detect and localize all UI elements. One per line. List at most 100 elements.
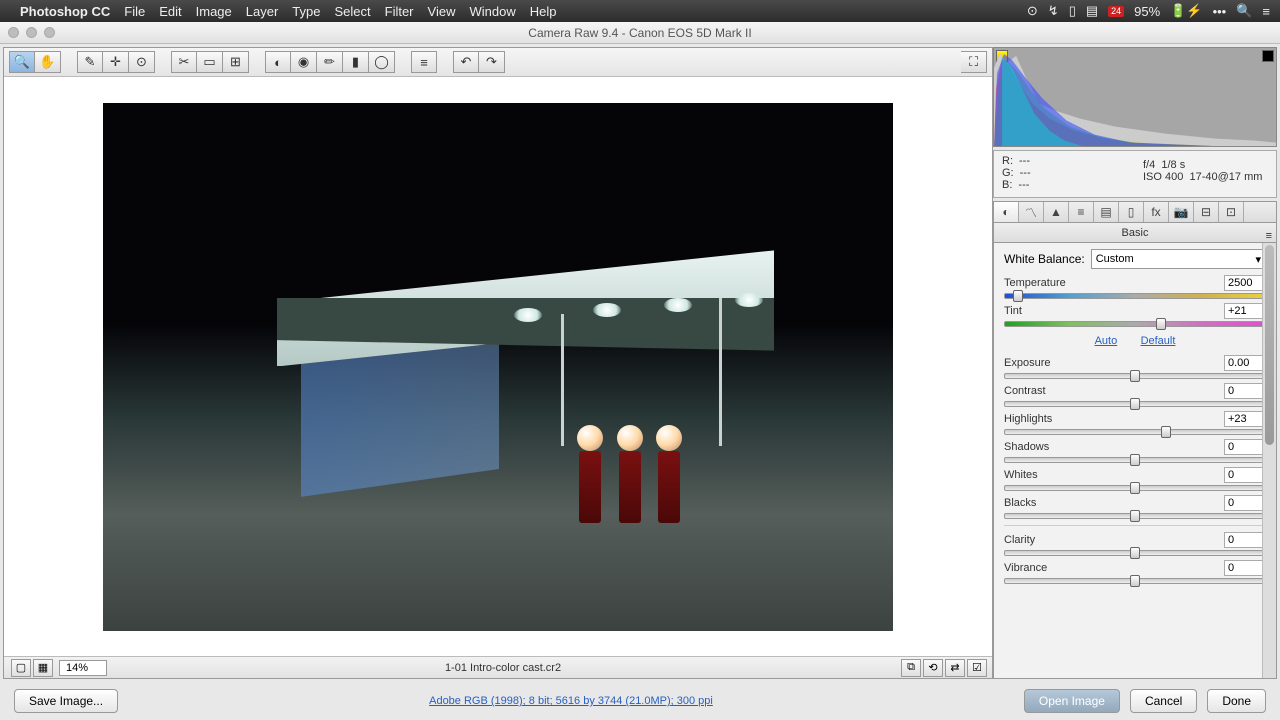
exposure-label: Exposure [1004,357,1050,369]
cancel-button[interactable]: Cancel [1130,689,1197,713]
clarity-value[interactable] [1224,532,1266,548]
battery-text: 95% [1134,4,1160,19]
copy-settings-button[interactable]: ⇄ [945,659,965,677]
tab-tone-curve[interactable]: 〽 [1019,202,1044,222]
vibrance-slider[interactable] [1004,578,1266,584]
menu-filter[interactable]: Filter [385,4,414,19]
temperature-value[interactable] [1224,275,1266,291]
panel-icon[interactable]: ▯ [1069,3,1076,19]
exposure-value[interactable] [1224,355,1266,371]
menu-type[interactable]: Type [292,4,320,19]
blacks-slider[interactable] [1004,513,1266,519]
red-eye-tool[interactable]: ◉ [291,51,317,73]
done-button[interactable]: Done [1207,689,1266,713]
preview-image [103,103,893,631]
white-balance-tool[interactable]: ✎ [77,51,103,73]
contrast-slider[interactable] [1004,401,1266,407]
spot-removal-tool[interactable]: ◐ [265,51,291,73]
menu-help[interactable]: Help [530,4,557,19]
panel-tabs: ◐ 〽 ▲ ≡ ▤ ▯ fx 📷 ⊟ ⊡ [993,201,1277,223]
auto-link[interactable]: Auto [1095,335,1118,347]
menu-window[interactable]: Window [469,4,515,19]
highlights-value[interactable] [1224,411,1266,427]
rotate-cw-tool[interactable]: ↷ [479,51,505,73]
menu-image[interactable]: Image [196,4,232,19]
open-image-button[interactable]: Open Image [1024,689,1120,713]
toggle-fullscreen-button[interactable]: ⛶ [961,51,987,73]
filmstrip-view-button[interactable]: ▦ [33,659,53,677]
vibrance-value[interactable] [1224,560,1266,576]
menu-layer[interactable]: Layer [246,4,279,19]
search-icon[interactable]: 🔍 [1236,3,1252,19]
whites-slider[interactable] [1004,485,1266,491]
adjustment-brush-tool[interactable]: ✏ [317,51,343,73]
radial-filter-tool[interactable]: ◯ [369,51,395,73]
whites-label: Whites [1004,469,1038,481]
workflow-options-link[interactable]: Adobe RGB (1998); 8 bit; 5616 by 3744 (2… [128,695,1014,707]
menu-edit[interactable]: Edit [159,4,181,19]
clarity-slider[interactable] [1004,550,1266,556]
zoom-tool[interactable]: 🔍 [9,51,35,73]
cc-status-icon[interactable]: ⊙ [1027,3,1038,19]
tab-effects[interactable]: fx [1144,202,1169,222]
tab-hsl[interactable]: ≡ [1069,202,1094,222]
shadows-slider[interactable] [1004,457,1266,463]
exposure-slider[interactable] [1004,373,1266,379]
vibrance-label: Vibrance [1004,562,1047,574]
preferences-tool[interactable]: ≡ [411,51,437,73]
tab-basic[interactable]: ◐ [994,202,1019,222]
filename-label: 1-01 Intro-color cast.cr2 [107,662,899,674]
menu-file[interactable]: File [124,4,145,19]
calendar-icon[interactable]: 24 [1108,6,1124,17]
histogram[interactable] [993,47,1277,147]
straighten-tool[interactable]: ▭ [197,51,223,73]
swap-before-after-button[interactable]: ⟲ [923,659,943,677]
tab-snapshots[interactable]: ⊡ [1219,202,1244,222]
zoom-select[interactable]: 14% [59,660,107,676]
menu-select[interactable]: Select [334,4,370,19]
temperature-label: Temperature [1004,277,1066,289]
highlights-slider[interactable] [1004,429,1266,435]
contrast-value[interactable] [1224,383,1266,399]
targeted-adjustment-tool[interactable]: ⊙ [129,51,155,73]
transform-tool[interactable]: ⊞ [223,51,249,73]
before-after-button[interactable]: ⧉ [901,659,921,677]
crop-tool[interactable]: ✂ [171,51,197,73]
maximize-window-icon[interactable] [44,27,55,38]
white-balance-select[interactable]: Custom▾ [1091,249,1266,269]
tint-value[interactable] [1224,303,1266,319]
clarity-label: Clarity [1004,534,1035,546]
graduated-filter-tool[interactable]: ▮ [343,51,369,73]
hand-tool[interactable]: ✋ [35,51,61,73]
window-title: Camera Raw 9.4 - Canon EOS 5D Mark II [0,26,1280,40]
default-link[interactable]: Default [1141,335,1176,347]
temperature-slider[interactable] [1004,293,1266,299]
tab-split-toning[interactable]: ▤ [1094,202,1119,222]
tab-lens[interactable]: ▯ [1119,202,1144,222]
blacks-value[interactable] [1224,495,1266,511]
single-view-button[interactable]: ▢ [11,659,31,677]
color-sampler-tool[interactable]: ✛ [103,51,129,73]
shadows-value[interactable] [1224,439,1266,455]
panel2-icon[interactable]: ▤ [1086,3,1098,19]
tint-slider[interactable] [1004,321,1266,327]
overflow-icon[interactable]: ••• [1213,4,1227,19]
minimize-window-icon[interactable] [26,27,37,38]
sync-icon[interactable]: ↯ [1048,3,1059,19]
image-preview[interactable] [4,77,992,656]
panel-scrollbar[interactable] [1262,243,1276,678]
menu-view[interactable]: View [428,4,456,19]
save-image-button[interactable]: Save Image... [14,689,118,713]
app-name[interactable]: Photoshop CC [20,4,110,19]
info-r: --- [1019,155,1030,167]
tab-presets[interactable]: ⊟ [1194,202,1219,222]
tab-camera-calibration[interactable]: 📷 [1169,202,1194,222]
whites-value[interactable] [1224,467,1266,483]
rotate-ccw-tool[interactable]: ↶ [453,51,479,73]
list-icon[interactable]: ≡ [1262,4,1270,19]
close-window-icon[interactable] [8,27,19,38]
tab-detail[interactable]: ▲ [1044,202,1069,222]
toggle-preview-button[interactable]: ☑ [967,659,987,677]
preview-footer: ▢ ▦ 14% 1-01 Intro-color cast.cr2 ⧉ ⟲ ⇄ … [4,656,992,678]
contrast-label: Contrast [1004,385,1046,397]
